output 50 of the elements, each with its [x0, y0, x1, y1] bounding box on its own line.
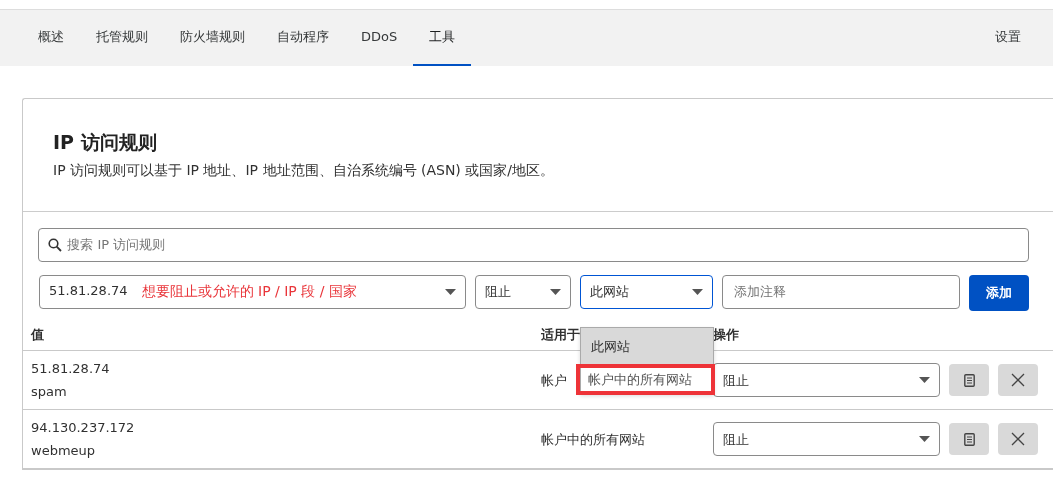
ip-value: 51.81.28.74 [31, 360, 111, 379]
note-field[interactable]: 添加注释 [722, 274, 960, 309]
action-select[interactable]: 阻止 [713, 363, 940, 398]
document-icon [963, 432, 975, 446]
nav-tab[interactable]: 自动程序 [261, 10, 345, 66]
caret-icon [550, 288, 561, 295]
nav-tab[interactable]: 概述 [22, 10, 80, 66]
nav-tab[interactable]: DDoS [345, 10, 414, 66]
dropdown-option[interactable]: 此网站 [581, 328, 713, 366]
note-button[interactable] [949, 423, 989, 456]
add-button[interactable]: 添加 [969, 274, 1029, 311]
document-icon [963, 373, 975, 387]
action-select[interactable]: 阻止 [475, 274, 571, 309]
search-field[interactable]: 搜索 IP 访问规则 [65, 234, 1019, 256]
nav-tab[interactable]: 托管规则 [80, 10, 164, 66]
caret-icon [692, 288, 703, 295]
dropdown-option[interactable]: 帐户中的所有网站 [578, 366, 713, 393]
select-value: 阻止 [723, 430, 749, 449]
note-field[interactable]: 添加注释 [732, 281, 950, 303]
select-value: 此网站 [590, 283, 629, 302]
select-value: 51.81.28.74 [49, 282, 128, 301]
card-title: IP 访问规则 [53, 131, 158, 154]
rule-note: spam [31, 382, 68, 401]
caret-icon [919, 377, 930, 384]
select-value: 阻止 [485, 283, 511, 302]
note-button[interactable] [949, 364, 989, 397]
search-field[interactable]: 搜索 IP 访问规则 [38, 227, 1029, 262]
rule-note: webmeup [31, 441, 97, 460]
caret-icon [919, 436, 930, 443]
column-header: 适用于 [541, 326, 580, 342]
delete-button[interactable] [998, 423, 1038, 456]
card-description: IP 访问规则可以基于 IP 地址、IP 地址范围、自治系统编号 (ASN) 或国家/地区。 [53, 160, 555, 180]
scope-text: 帐户 [541, 372, 567, 388]
scope-text: 帐户中的所有网站 [541, 431, 645, 447]
search-icon [48, 237, 62, 252]
action-select[interactable]: 阻止 [713, 422, 940, 457]
nav-tab[interactable]: 防火墙规则 [164, 10, 261, 66]
delete-button[interactable] [998, 364, 1038, 397]
scope-select[interactable]: 此网站 [580, 274, 713, 309]
ip-select[interactable]: 51.81.28.74 想要阻止或允许的 IP / IP 段 / 国家 [39, 274, 466, 309]
column-header: 值 [31, 326, 44, 342]
close-icon [1011, 373, 1025, 388]
settings-link[interactable]: 设置 [979, 10, 1037, 66]
ip-value: 94.130.237.172 [31, 419, 136, 438]
select-value: 阻止 [723, 371, 749, 390]
nav-tab[interactable]: 工具 [413, 10, 472, 66]
annotation-text: 想要阻止或允许的 IP / IP 段 / 国家 [141, 282, 357, 302]
close-icon [1011, 432, 1025, 447]
caret-icon [445, 288, 456, 295]
column-header: 操作 [713, 325, 739, 344]
